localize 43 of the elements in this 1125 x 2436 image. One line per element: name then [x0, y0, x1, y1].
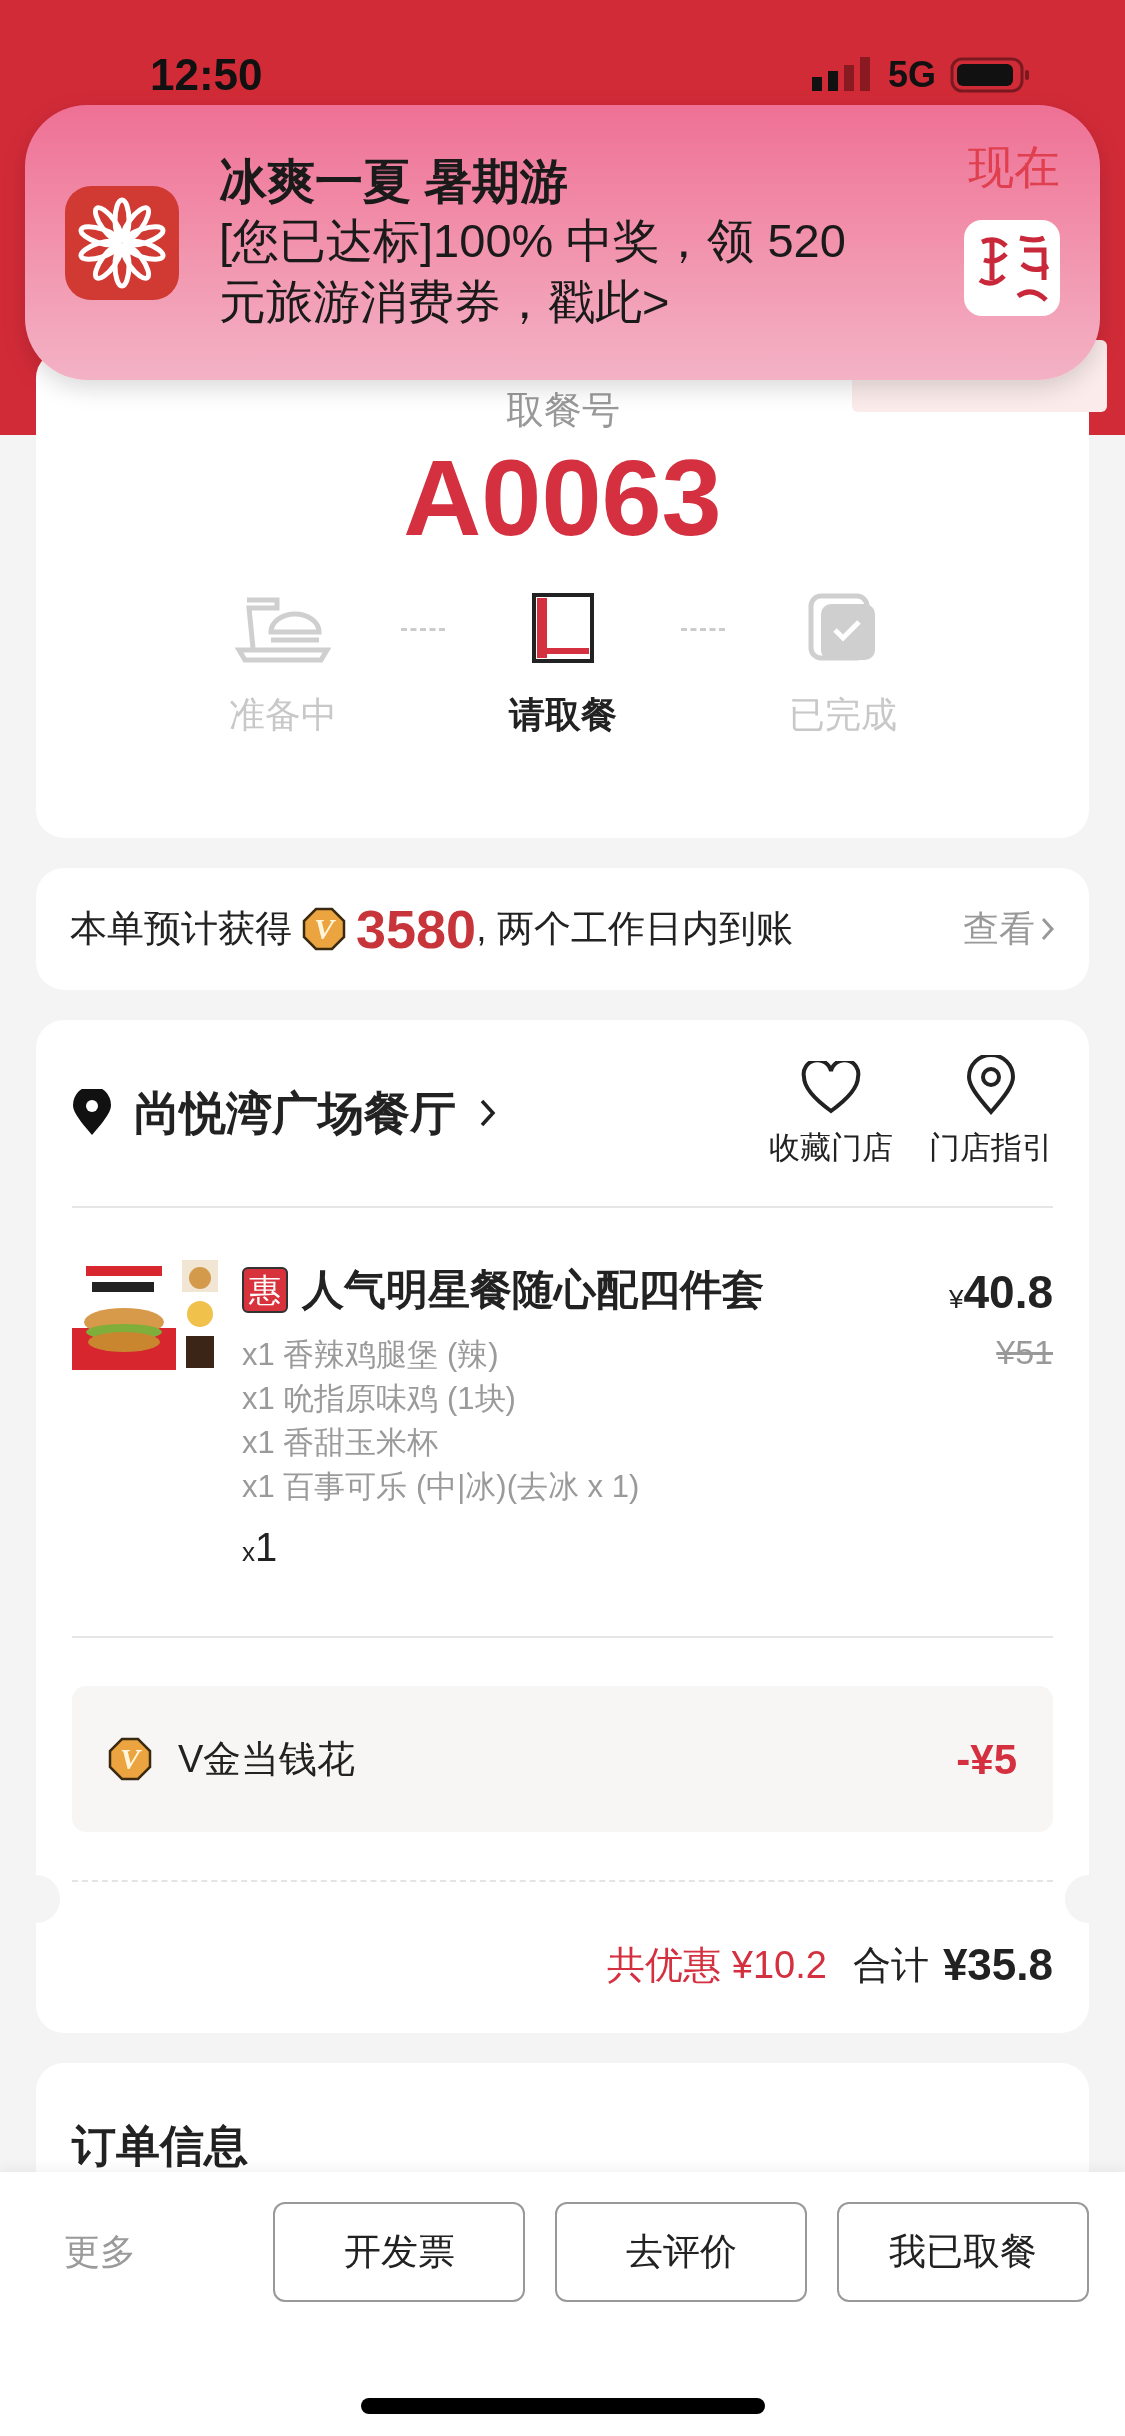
status-time: 12:50: [150, 49, 263, 101]
chevron-right-icon: [480, 1099, 496, 1127]
heart-icon: [801, 1060, 861, 1115]
notification-time: 现在: [968, 140, 1060, 195]
notification-banner[interactable]: 冰爽一夏 暑期游 [您已达标]100% 中奖，领 520 元旅游消费券，戳此> 现在: [25, 105, 1100, 380]
points-text: 本单预计获得: [70, 907, 292, 952]
location-pin-icon: [72, 1089, 112, 1137]
product-price: ¥40.8: [949, 1265, 1053, 1320]
discount-label: V金当钱花: [178, 1736, 356, 1782]
product-component: x1 香甜玉米杯: [242, 1424, 440, 1462]
action-button[interactable]: 我已取餐: [837, 2202, 1089, 2302]
battery-icon: [950, 57, 1030, 93]
action-button[interactable]: 开发票: [273, 2202, 525, 2302]
total-amount: ¥35.8: [942, 1939, 1053, 1991]
original-price: ¥51: [996, 1332, 1053, 1373]
coin-icon: V: [108, 1737, 152, 1781]
location-pin-icon: [966, 1054, 1016, 1115]
flower-app-icon: [65, 185, 179, 300]
total-savings: 共优惠 ¥10.2: [607, 1942, 827, 1988]
points-text: , 两个工作日内到账: [476, 907, 793, 952]
discount-amount: -¥5: [956, 1734, 1017, 1785]
order-step: 请取餐: [508, 687, 617, 742]
store-action-button[interactable]: 收藏门店: [769, 1054, 893, 1172]
action-button[interactable]: 去评价: [555, 2202, 807, 2302]
coin-icon: V: [302, 907, 346, 951]
product-name: 人气明星餐随心配四件套: [302, 1265, 764, 1315]
notification-title: 冰爽一夏 暑期游: [219, 153, 570, 210]
product-component: x1 百事可乐 (中|冰)(去冰 x 1): [242, 1468, 641, 1506]
pickup-number: A0063: [403, 439, 722, 558]
total-label: 合计: [852, 1942, 929, 1988]
product-quantity: x1: [242, 1524, 279, 1571]
chevron-right-icon: [1041, 917, 1055, 941]
bag-icon: [530, 591, 595, 664]
product-component: x1 吮指原味鸡 (1块): [242, 1380, 517, 1418]
discount-tag: 惠: [242, 1266, 288, 1313]
product-component: x1 香辣鸡腿堡 (辣): [242, 1336, 500, 1374]
notification-body: [您已达标]100% 中奖，领 520 元旅游消费券，戳此>: [219, 213, 847, 331]
section-title: 订单信息: [72, 2121, 248, 2170]
store-action-button[interactable]: 门店指引: [929, 1054, 1053, 1172]
store-name-link[interactable]: 尚悦湾广场餐厅: [134, 1078, 496, 1148]
network-label: 5G: [887, 53, 936, 97]
points-amount: 3580: [356, 897, 477, 961]
pickup-number-label: 取餐号: [505, 388, 620, 433]
